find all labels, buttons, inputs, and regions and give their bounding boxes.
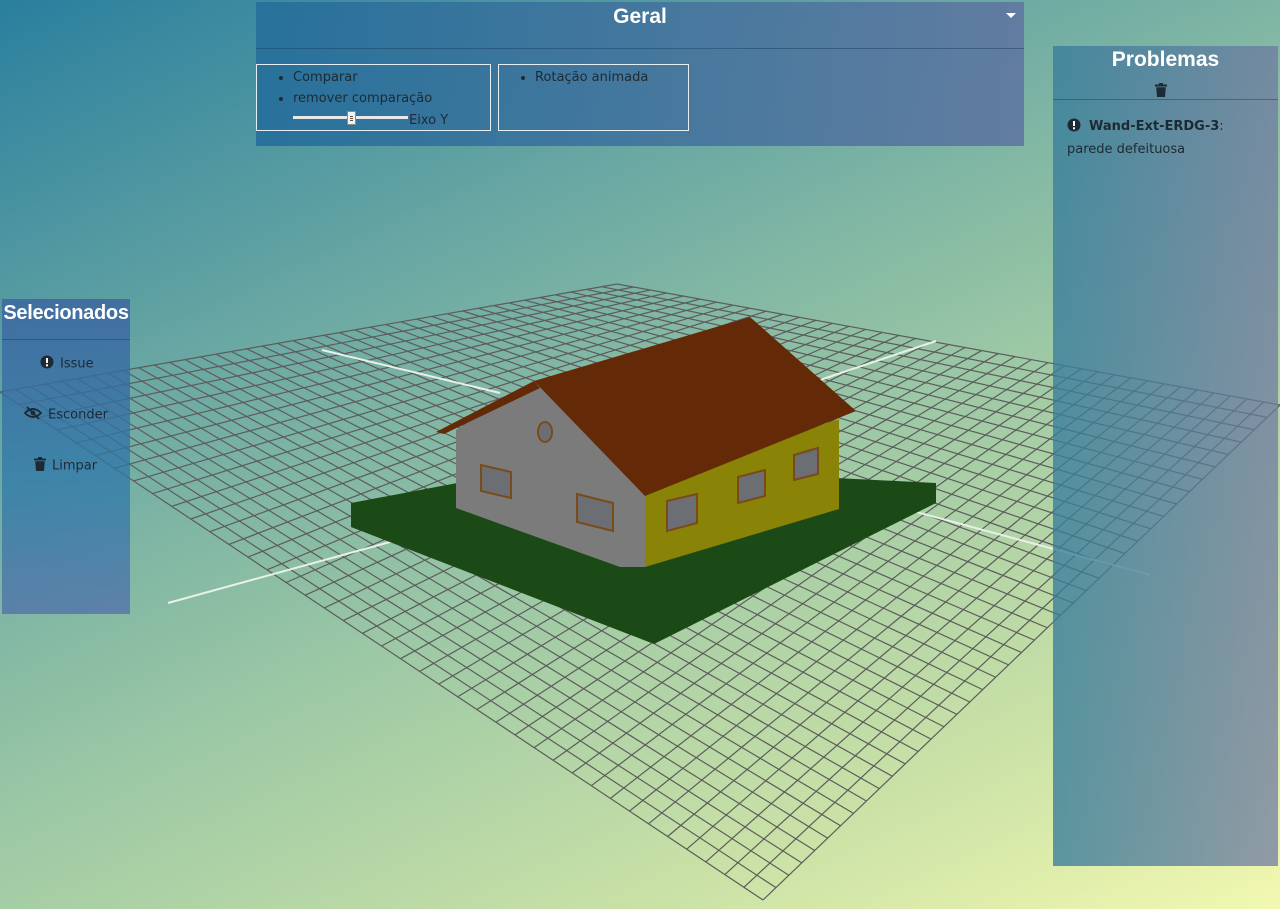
problemas-panel: Problemas Wand-Ext-ERDG-3: parede defeit… — [1053, 46, 1278, 866]
clear-label: Limpar — [52, 458, 98, 474]
clear-button[interactable]: Limpar — [2, 457, 162, 475]
compare-item[interactable]: Comparar — [293, 67, 490, 88]
selecionados-title: Selecionados — [3, 302, 129, 324]
geral-header: Geral — [256, 2, 1024, 49]
problem-item[interactable]: Wand-Ext-ERDG-3: parede defeituosa — [1067, 116, 1267, 160]
caret-down-icon[interactable] — [1006, 13, 1016, 18]
compare-link[interactable]: Comparar — [293, 70, 358, 85]
problem-separator: : — [1219, 119, 1224, 134]
problemas-title: Problemas — [1111, 48, 1220, 71]
remove-compare-item[interactable]: remover comparação — [293, 88, 490, 109]
hide-label: Esconder — [48, 407, 108, 423]
geral-panel: Geral Comparar remover comparação Eixo Y… — [256, 2, 1024, 146]
compare-options: Comparar remover comparação Eixo Y — [256, 64, 491, 131]
exclamation-circle-icon — [1067, 118, 1081, 139]
trash-icon[interactable] — [1155, 82, 1167, 101]
animation-options: Rotação animada — [498, 64, 689, 131]
problem-text: parede defeituosa — [1067, 142, 1186, 157]
animated-rotation-link[interactable]: Rotação animada — [535, 70, 648, 85]
issue-label: Issue — [60, 356, 94, 372]
round-window — [537, 421, 553, 443]
slider-thumb[interactable] — [346, 111, 356, 125]
problem-id: Wand-Ext-ERDG-3 — [1089, 119, 1220, 134]
window — [480, 463, 512, 500]
remove-compare-link[interactable]: remover comparação — [293, 91, 432, 106]
problemas-header: Problemas — [1053, 46, 1278, 100]
geral-title: Geral — [613, 5, 667, 28]
hide-button[interactable]: Esconder — [2, 406, 152, 424]
selecionados-panel: Selecionados Issue Esconder Limpar — [2, 299, 130, 614]
exclamation-circle-icon — [40, 355, 54, 373]
y-axis-slider: Eixo Y — [293, 111, 483, 129]
issue-button[interactable]: Issue — [2, 355, 168, 373]
window — [737, 468, 766, 505]
animated-rotation-item[interactable]: Rotação animada — [535, 67, 688, 88]
eye-slash-icon — [23, 406, 43, 424]
trash-icon — [34, 457, 46, 475]
selecionados-header: Selecionados — [2, 299, 130, 340]
slider-label: Eixo Y — [409, 113, 449, 128]
